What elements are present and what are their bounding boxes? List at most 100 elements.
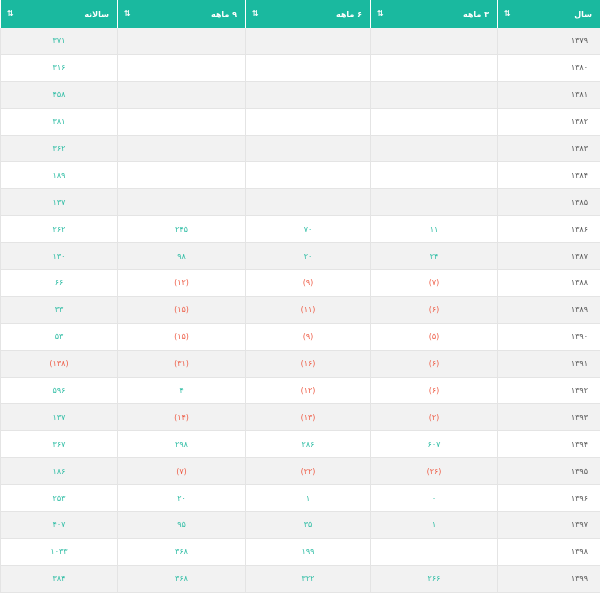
cell-annual: ۱۸۹ xyxy=(0,162,117,190)
cell-6month xyxy=(245,108,370,136)
cell-3month: (۲) xyxy=(370,404,497,432)
table-row: ۱۳۹۹ ۲۶۶ ۳۲۲ ۳۶۸ ۳۸۴ xyxy=(0,565,600,593)
cell-3month: ۰ xyxy=(370,485,497,513)
cell-6month: (۱۱) xyxy=(245,296,370,324)
cell-9month: (۱۲) xyxy=(117,270,245,297)
cell-3month: ۶۰۷ xyxy=(370,431,497,459)
table-row: ۱۳۸۵ ۱۳۷ xyxy=(0,189,600,217)
cell-6month: ۳۲۲ xyxy=(245,565,370,593)
cell-9month: ۲۹۸ xyxy=(117,431,245,459)
sort-arrows-icon[interactable]: ⇅ xyxy=(377,9,384,18)
cell-6month xyxy=(245,81,370,109)
cell-annual: ۳۶۲ xyxy=(0,135,117,163)
cell-3month: (۶) xyxy=(370,296,497,324)
cell-9month: ۹۸ xyxy=(117,243,245,271)
cell-annual: ۳۷۱ xyxy=(0,28,117,55)
table-row: ۱۳۹۵ (۲۶) (۲۲) (۷) ۱۸۶ xyxy=(0,458,600,486)
cell-year: ۱۳۹۷ xyxy=(497,512,600,539)
cell-year: ۱۳۹۰ xyxy=(497,323,600,351)
table-row: ۱۳۹۳ (۲) (۱۳) (۱۴) ۱۳۷ xyxy=(0,404,600,432)
table-row: ۱۳۹۱ (۶) (۱۶) (۳۱) (۱۳۸) xyxy=(0,350,600,378)
cell-6month xyxy=(245,189,370,217)
header-label: ۹ ماهه xyxy=(210,9,237,19)
cell-year: ۱۳۷۹ xyxy=(497,28,600,55)
cell-3month xyxy=(370,538,497,566)
cell-annual: ۵۳ xyxy=(0,323,117,351)
cell-3month: (۵) xyxy=(370,323,497,351)
cell-9month: (۱۵) xyxy=(117,296,245,324)
sort-arrows-icon[interactable]: ⇅ xyxy=(7,9,14,18)
cell-9month: ۲۰ xyxy=(117,485,245,513)
cell-6month: (۱۶) xyxy=(245,350,370,378)
cell-6month xyxy=(245,135,370,163)
header-9month[interactable]: ۹ ماهه ⇅ xyxy=(117,0,245,28)
cell-annual: ۱۸۶ xyxy=(0,458,117,486)
cell-9month: ۴ xyxy=(117,377,245,405)
header-label: ۶ ماهه xyxy=(335,9,362,19)
cell-annual: (۱۳۸) xyxy=(0,350,117,378)
cell-9month xyxy=(117,81,245,109)
cell-annual: ۱۳۷ xyxy=(0,189,117,217)
cell-3month xyxy=(370,108,497,136)
header-label: سال xyxy=(574,9,592,19)
cell-year: ۱۳۸۱ xyxy=(497,81,600,109)
cell-6month: ۲۰ xyxy=(245,243,370,271)
cell-6month: ۷۰ xyxy=(245,216,370,244)
cell-9month xyxy=(117,189,245,217)
cell-6month: (۱۲) xyxy=(245,377,370,405)
cell-year: ۱۳۸۳ xyxy=(497,135,600,163)
header-6month[interactable]: ۶ ماهه ⇅ xyxy=(245,0,370,28)
sort-arrows-icon[interactable]: ⇅ xyxy=(124,9,131,18)
cell-3month: (۶) xyxy=(370,377,497,405)
cell-year: ۱۳۸۲ xyxy=(497,108,600,136)
header-annual[interactable]: سالانه ⇅ xyxy=(0,0,117,28)
cell-9month xyxy=(117,108,245,136)
table-row: ۱۳۹۲ (۶) (۱۲) ۴ ۵۹۶ xyxy=(0,377,600,405)
cell-3month xyxy=(370,81,497,109)
header-year[interactable]: سال ⇅ xyxy=(497,0,600,28)
cell-year: ۱۳۹۸ xyxy=(497,538,600,566)
cell-9month: ۳۶۸ xyxy=(117,538,245,566)
cell-annual: ۳۶۷ xyxy=(0,431,117,459)
cell-3month: (۲۶) xyxy=(370,458,497,486)
cell-3month: ۲۶۶ xyxy=(370,565,497,593)
cell-year: ۱۳۸۴ xyxy=(497,162,600,190)
cell-3month: ۱ xyxy=(370,512,497,539)
cell-9month: (۱۵) xyxy=(117,323,245,351)
cell-3month: ۱۱ xyxy=(370,216,497,244)
sort-arrows-icon[interactable]: ⇅ xyxy=(504,9,511,18)
cell-3month: (۷) xyxy=(370,270,497,297)
cell-year: ۱۳۸۰ xyxy=(497,54,600,82)
sort-arrows-icon[interactable]: ⇅ xyxy=(252,9,259,18)
cell-3month xyxy=(370,28,497,55)
cell-3month: ۲۴ xyxy=(370,243,497,271)
cell-9month xyxy=(117,28,245,55)
cell-annual: ۶۶ xyxy=(0,270,117,297)
table-row: ۱۳۷۹ ۳۷۱ xyxy=(0,28,600,55)
cell-6month: ۱ xyxy=(245,485,370,513)
cell-year: ۱۳۸۸ xyxy=(497,270,600,297)
cell-annual: ۱۳۰ xyxy=(0,243,117,271)
cell-6month: ۱۹۹ xyxy=(245,538,370,566)
cell-year: ۱۳۸۵ xyxy=(497,189,600,217)
header-label: ۳ ماهه xyxy=(462,9,489,19)
data-table: سال ⇅ ۳ ماهه ⇅ ۶ ماهه ⇅ ۹ ماهه ⇅ سالانه … xyxy=(0,0,600,593)
cell-annual: ۳۳ xyxy=(0,296,117,324)
cell-9month xyxy=(117,135,245,163)
cell-annual: ۳۱۶ xyxy=(0,54,117,82)
table-header: سال ⇅ ۳ ماهه ⇅ ۶ ماهه ⇅ ۹ ماهه ⇅ سالانه … xyxy=(0,0,600,28)
cell-9month xyxy=(117,54,245,82)
cell-year: ۱۳۹۲ xyxy=(497,377,600,405)
table-row: ۱۳۸۱ ۴۵۸ xyxy=(0,81,600,109)
cell-6month: ۳۵ xyxy=(245,512,370,539)
table-row: ۱۳۸۷ ۲۴ ۲۰ ۹۸ ۱۳۰ xyxy=(0,243,600,271)
cell-year: ۱۳۹۶ xyxy=(497,485,600,513)
cell-year: ۱۳۹۴ xyxy=(497,431,600,459)
cell-9month: (۱۴) xyxy=(117,404,245,432)
table-row: ۱۳۸۳ ۳۶۲ xyxy=(0,135,600,163)
header-3month[interactable]: ۳ ماهه ⇅ xyxy=(370,0,497,28)
cell-year: ۱۳۸۷ xyxy=(497,243,600,271)
cell-3month xyxy=(370,54,497,82)
table-row: ۱۳۸۹ (۶) (۱۱) (۱۵) ۳۳ xyxy=(0,296,600,324)
cell-year: ۱۳۹۱ xyxy=(497,350,600,378)
